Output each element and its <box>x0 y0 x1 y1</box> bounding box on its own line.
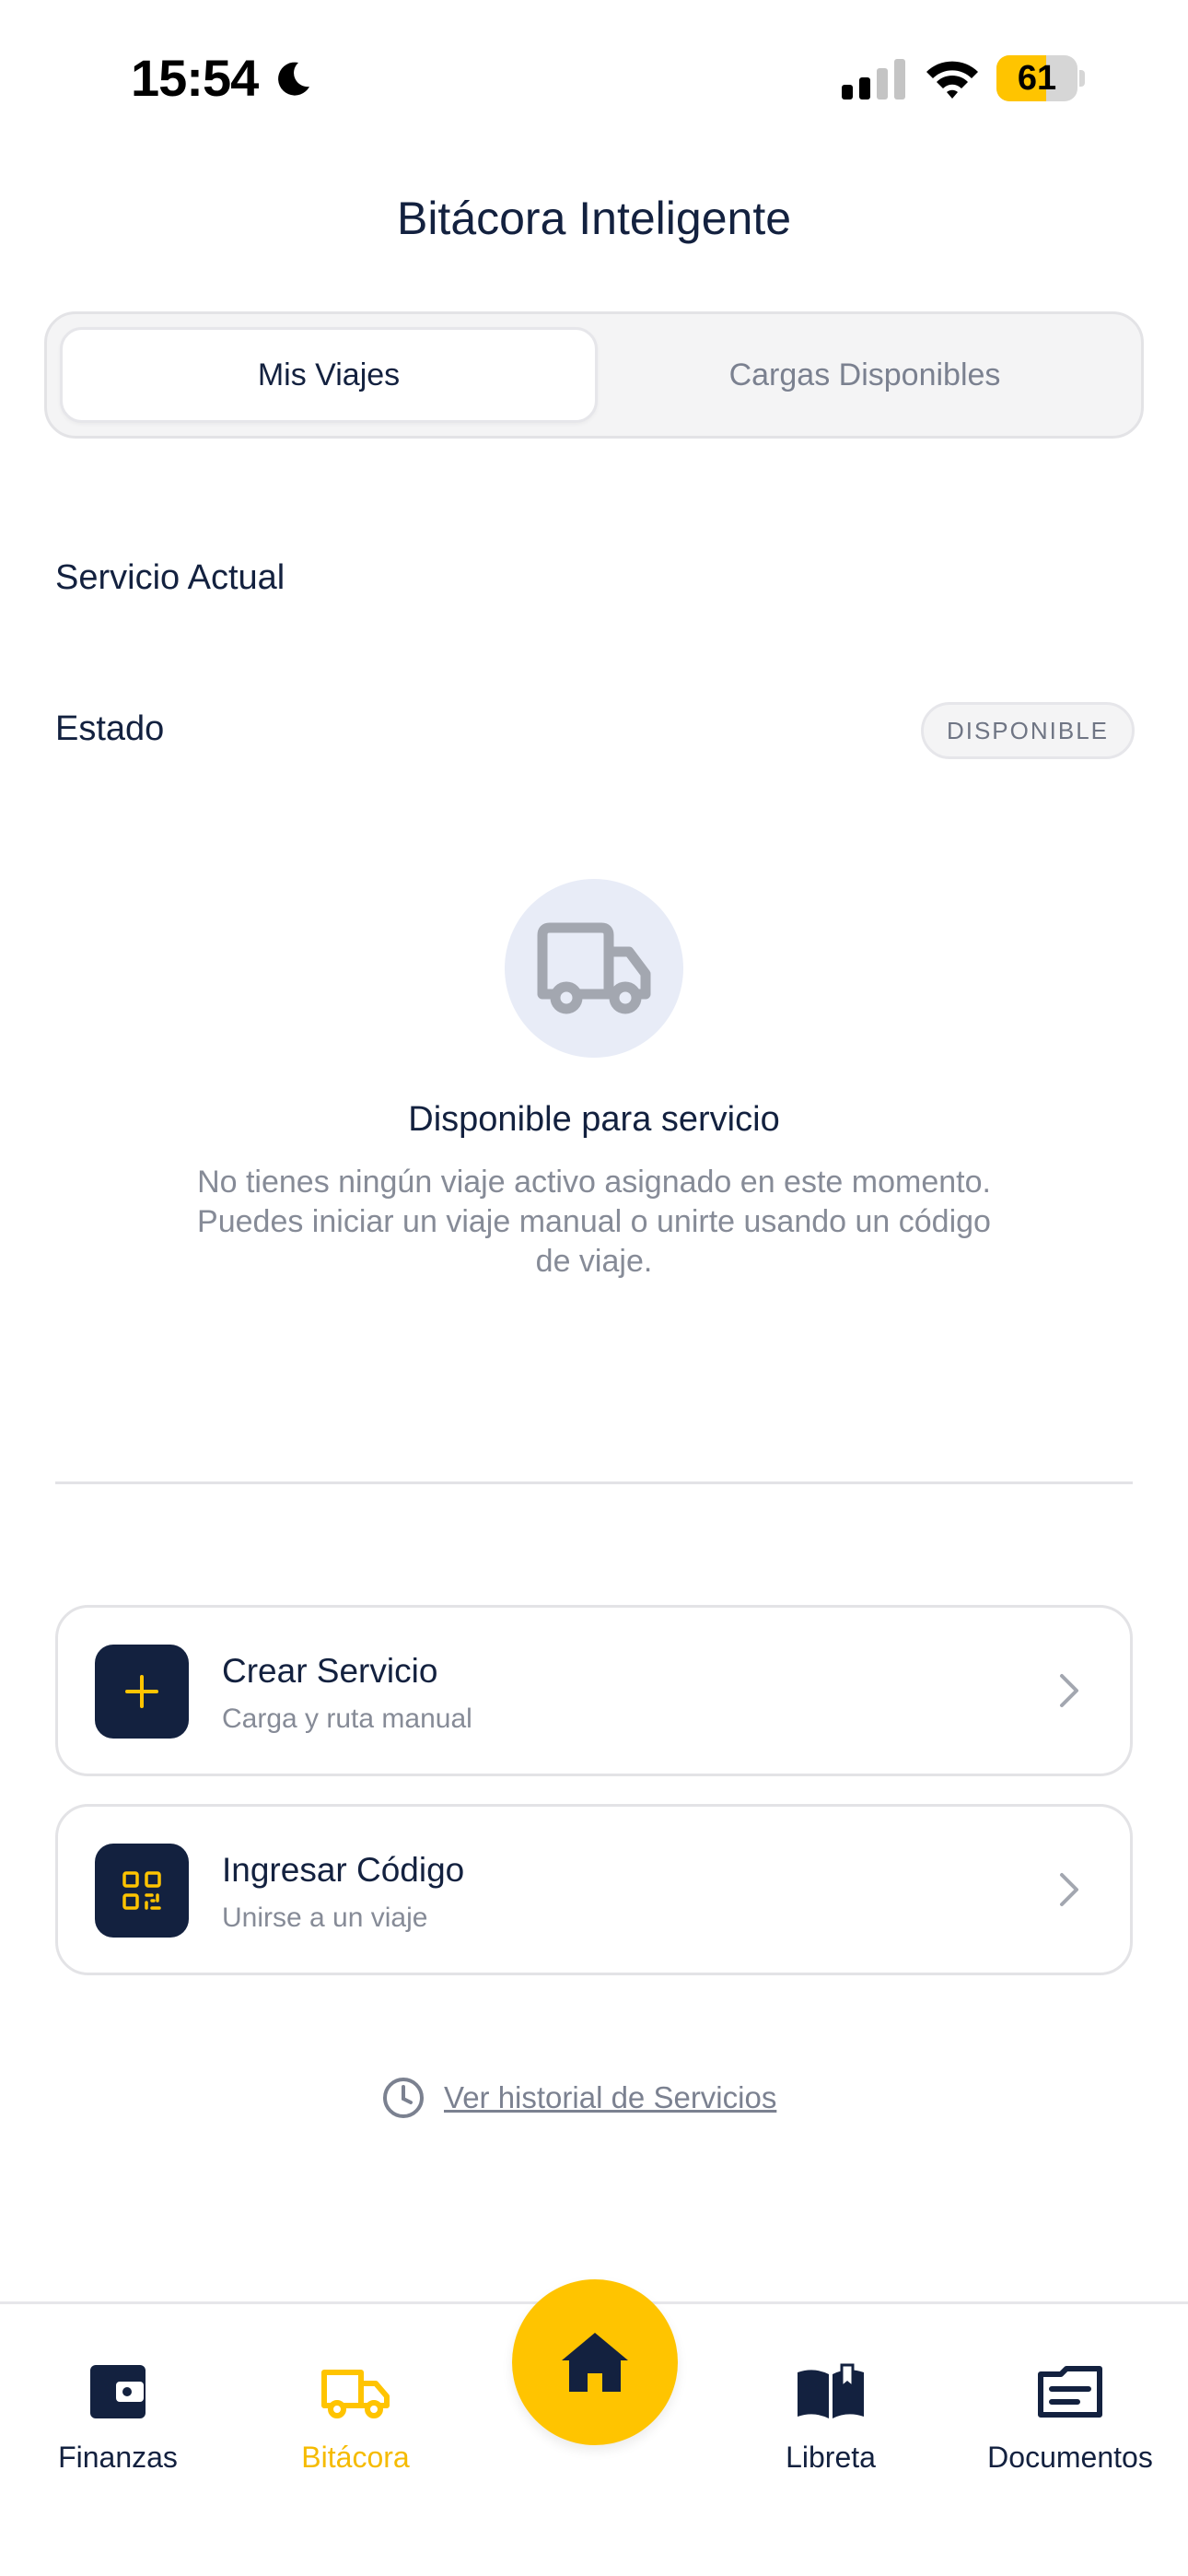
signal-icon <box>842 59 905 100</box>
enter-code-title: Ingresar Código <box>222 1851 465 1889</box>
document-icon <box>1038 2366 1102 2418</box>
plus-icon <box>95 1645 189 1739</box>
empty-state-description: No tienes ningún viaje activo asignado e… <box>197 1165 991 1279</box>
create-service-subtitle: Carga y ruta manual <box>222 1704 472 1734</box>
segmented-control: Mis Viajes Cargas Disponibles <box>44 311 1144 439</box>
wifi-icon <box>926 61 978 99</box>
status-time: 15:54 <box>131 49 259 107</box>
service-history-link[interactable]: Ver historial de Servicios <box>381 2075 776 2121</box>
status-label: Estado <box>55 709 165 748</box>
battery-indicator: 61 <box>996 55 1085 101</box>
chevron-right-icon <box>1060 1674 1078 1707</box>
empty-state-title: Disponible para servicio <box>408 1100 780 1139</box>
battery-level: 61 <box>1017 59 1057 98</box>
moon-icon <box>278 62 309 96</box>
tab-documentos[interactable]: Documentos <box>960 2359 1181 2475</box>
clock-icon <box>383 2078 424 2118</box>
qr-code-icon <box>95 1844 189 1938</box>
truck-icon <box>537 922 651 1014</box>
tab-documentos-label: Documentos <box>987 2441 1153 2474</box>
tab-mis-viajes[interactable]: Mis Viajes <box>60 327 598 423</box>
page-title: Bitácora Inteligente <box>396 193 792 244</box>
tab-bitacora-label: Bitácora <box>301 2441 410 2474</box>
create-service-button[interactable]: Crear Servicio Carga y ruta manual <box>55 1605 1133 1776</box>
truck-illustration <box>505 879 683 1058</box>
status-bar: 15:54 61 <box>0 0 1188 157</box>
book-icon <box>798 2363 864 2418</box>
tab-cargas-disponibles[interactable]: Cargas Disponibles <box>596 327 1134 423</box>
home-button[interactable] <box>512 2279 678 2445</box>
divider <box>55 1481 1133 1484</box>
tab-bitacora[interactable]: Bitácora <box>245 2359 466 2475</box>
status-badge: DISPONIBLE <box>921 702 1135 759</box>
create-service-title: Crear Servicio <box>222 1652 438 1690</box>
enter-code-subtitle: Unirse a un viaje <box>222 1903 428 1933</box>
tab-libreta[interactable]: Libreta <box>720 2359 941 2475</box>
current-service-label: Servicio Actual <box>55 558 285 597</box>
tab-finanzas-label: Finanzas <box>58 2441 178 2474</box>
chevron-right-icon <box>1060 1873 1078 1906</box>
home-icon <box>562 2333 628 2392</box>
tab-finanzas[interactable]: Finanzas <box>7 2359 228 2475</box>
wallet-icon <box>90 2365 146 2418</box>
truck-icon <box>321 2370 390 2418</box>
service-history-label: Ver historial de Servicios <box>444 2080 777 2114</box>
tab-libreta-label: Libreta <box>786 2441 876 2474</box>
enter-code-button[interactable]: Ingresar Código Unirse a un viaje <box>55 1804 1133 1975</box>
